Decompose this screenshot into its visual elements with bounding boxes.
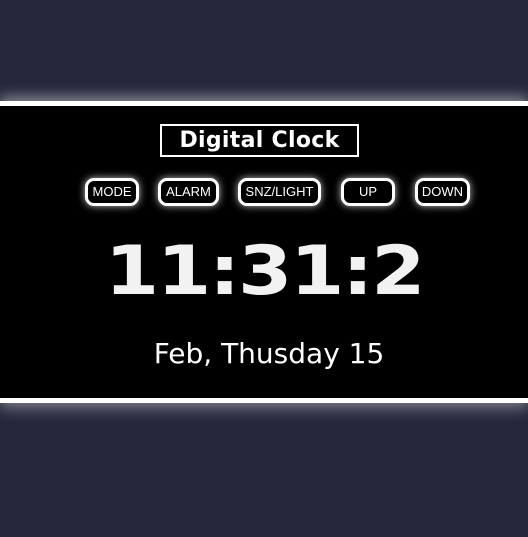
up-button[interactable]: UP	[341, 178, 395, 206]
mode-button[interactable]: MODE	[85, 178, 139, 206]
page: Digital Clock MODE ALARM SNZ/LIGHT UP DO…	[0, 0, 528, 537]
snooze-light-button[interactable]: SNZ/LIGHT	[238, 178, 321, 206]
app-title: Digital Clock	[160, 124, 359, 157]
down-button[interactable]: DOWN	[415, 178, 470, 206]
alarm-button[interactable]: ALARM	[158, 178, 219, 206]
time-display: 11:31:2	[104, 232, 426, 311]
date-display: Feb, Thusday 15	[153, 337, 385, 370]
